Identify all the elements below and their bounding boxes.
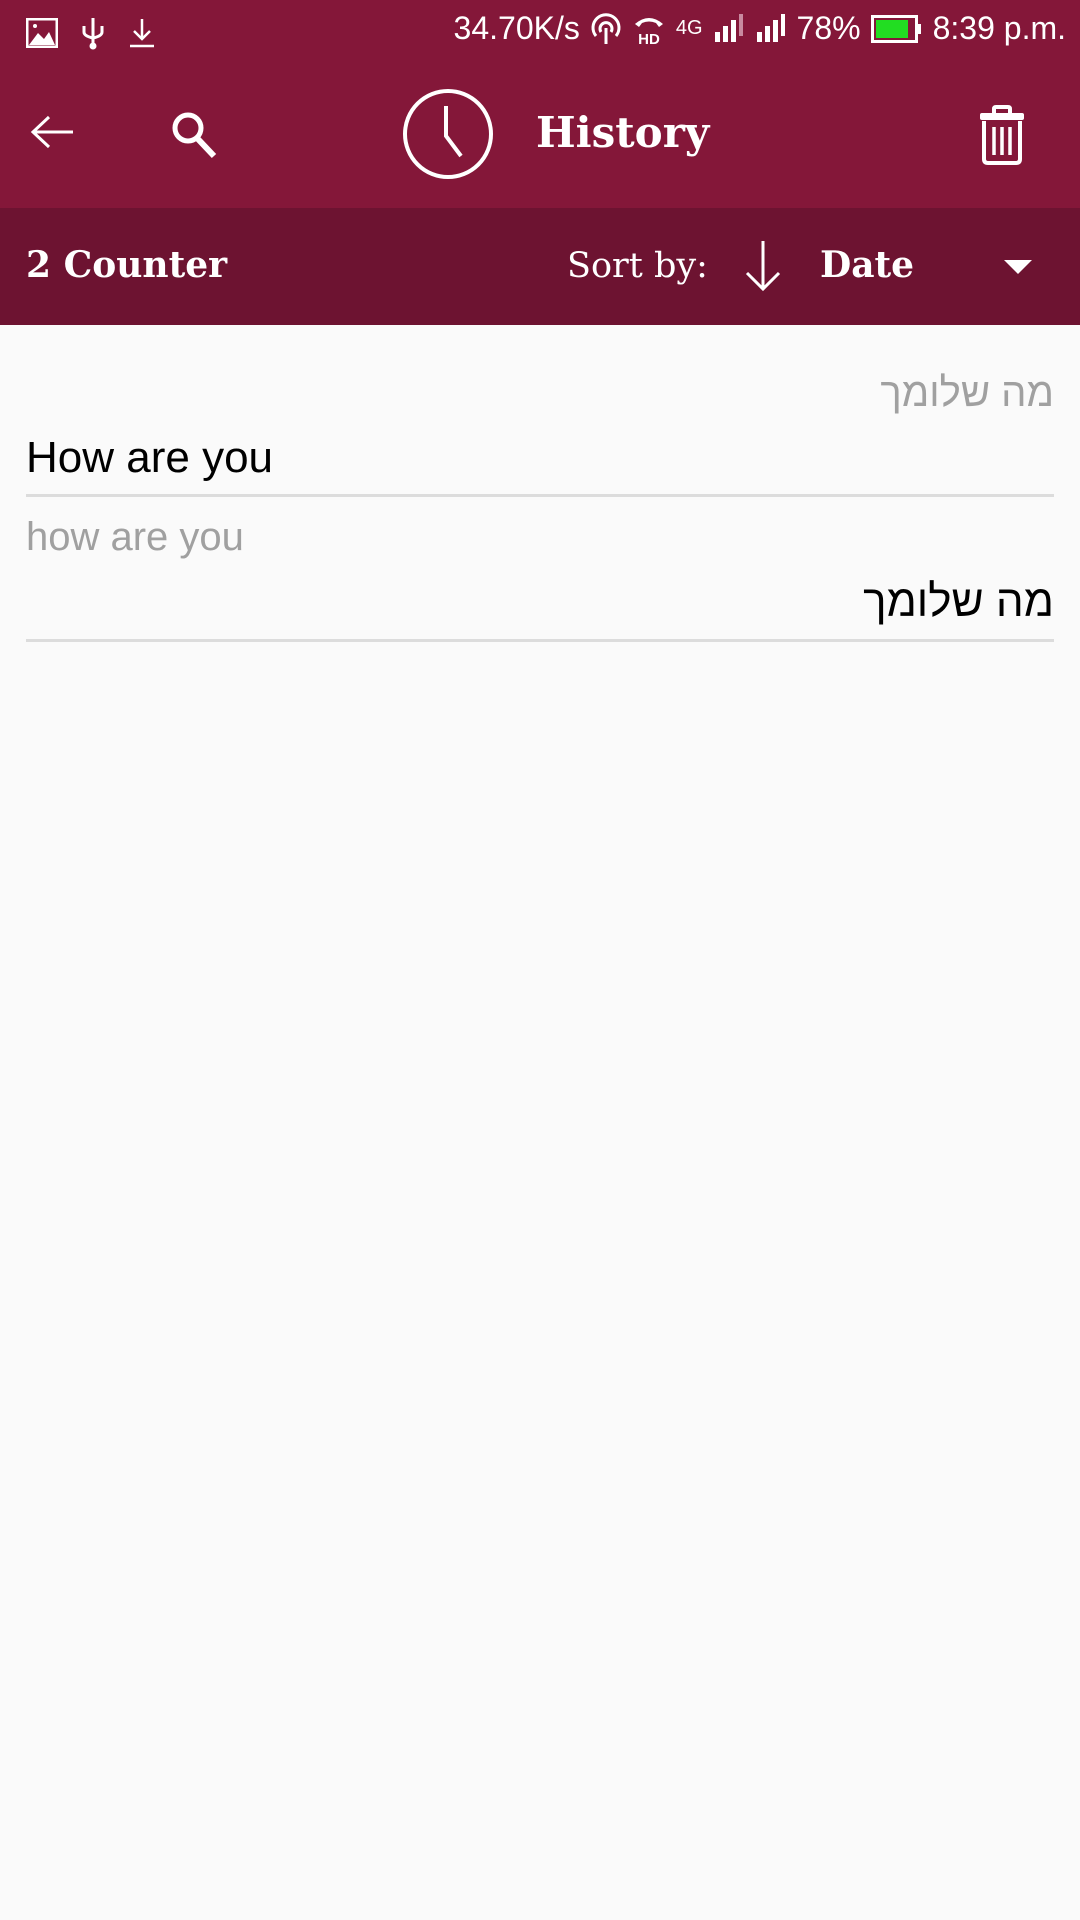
arrow-down-icon [745,241,781,292]
history-item-translation: How are you [26,433,274,482]
history-item-translation: מה שלומך [863,577,1054,626]
status-bar: 34.70K/s HD 4G 78% 8:39 p.m. [0,0,1080,66]
signal-sim1-icon [714,13,743,42]
search-button[interactable] [164,104,224,164]
sort-label: Sort by: [567,246,708,286]
history-item-source: how are you [26,515,244,559]
svg-text:HD: HD [638,31,660,46]
history-item-source: מה שלומך [880,371,1054,415]
page-title: History [536,108,710,157]
delete-all-button[interactable] [972,102,1032,168]
clock-icon [403,89,493,179]
search-icon [172,112,217,159]
battery-percent: 78% [796,10,861,46]
sort-bar: 2 Counter Sort by: Date [0,208,1080,325]
history-clock [402,88,494,180]
hd-call-icon: HD [634,17,663,46]
history-item[interactable]: מה שלומך How are you [26,325,1054,497]
sort-dropdown[interactable]: Date [820,244,914,286]
trash-icon [980,105,1024,165]
dropdown-triangle-icon [1004,260,1032,274]
sort-direction-button[interactable] [738,238,788,294]
history-counter: 2 Counter [26,244,228,286]
download-icon [130,19,154,48]
signal-sim2-icon [756,13,785,42]
history-item[interactable]: how are you מה שלומך [26,497,1054,642]
sort-dropdown-toggle[interactable] [998,252,1038,282]
network-speed: 34.70K/s [453,10,580,46]
back-arrow-icon [30,115,73,149]
history-list: מה שלומך How are you how are you מה שלומ… [0,325,1080,642]
battery-icon [870,14,921,43]
gallery-icon [26,18,58,48]
back-button[interactable] [22,102,82,162]
clock-time: 8:39 p.m. [932,10,1066,46]
hotspot-icon [591,12,621,44]
usb-icon [82,18,104,50]
network-type: 4G [675,17,703,39]
app-bar: History [0,66,1080,208]
